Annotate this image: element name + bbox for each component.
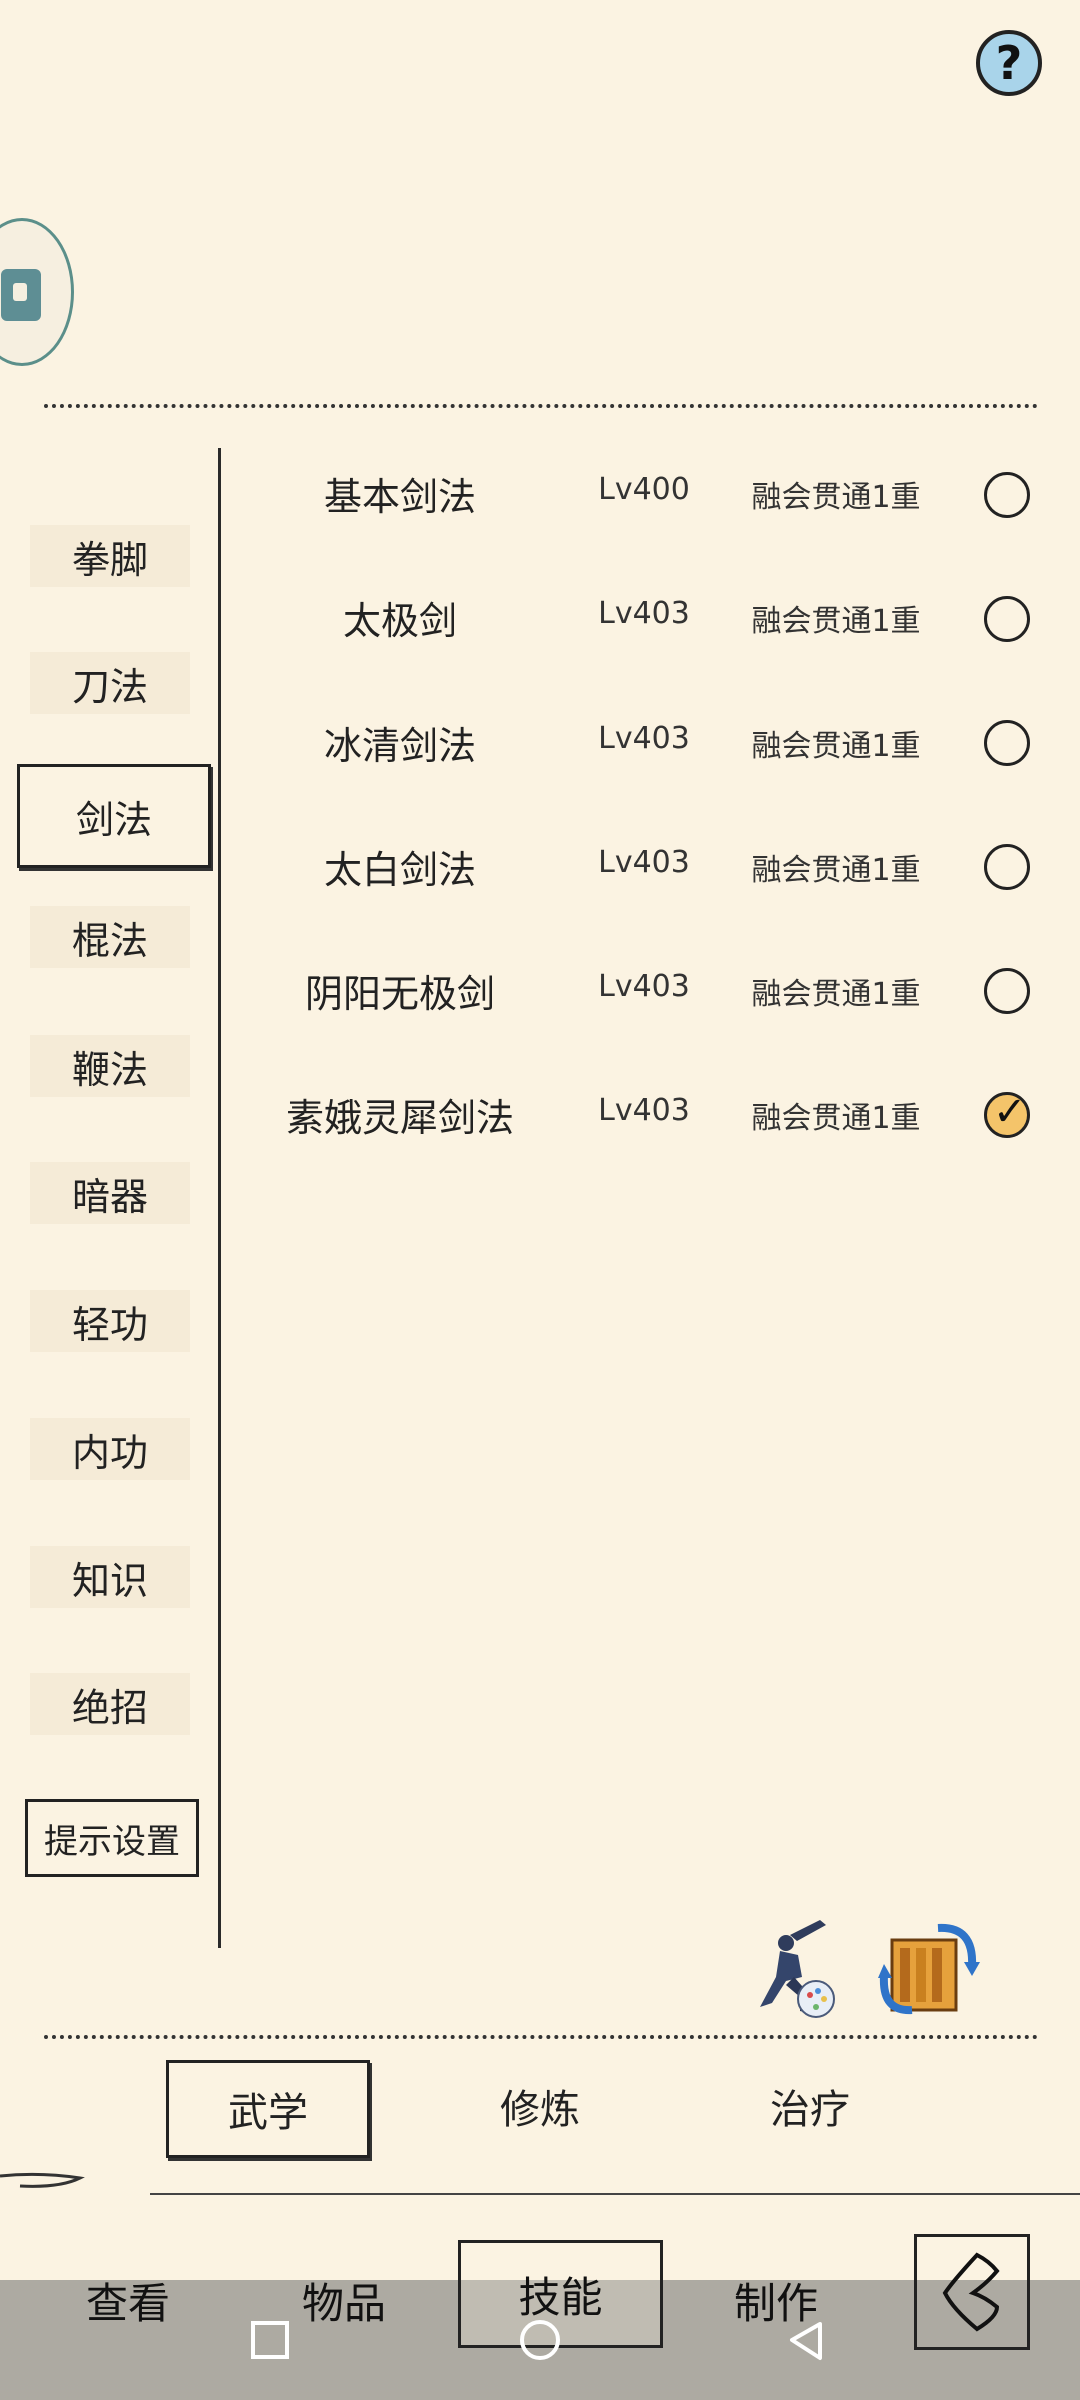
martial-artist-icon[interactable] [742, 1915, 842, 2025]
skill-name: 阴阳无极剑 [304, 972, 495, 1016]
home-icon[interactable] [518, 2320, 562, 2364]
skill-name: 太白剑法 [323, 848, 476, 892]
nav-tab-craft[interactable]: 制作 [676, 2252, 876, 2348]
skill-level: Lv403 [598, 845, 690, 880]
category-juezhao[interactable]: 绝招 [30, 1673, 190, 1735]
skill-level: Lv403 [598, 721, 690, 756]
brush-divider [0, 2172, 1080, 2195]
category-anqi[interactable]: 暗器 [30, 1162, 190, 1224]
skill-status: 融会贯通1重 [751, 604, 921, 639]
skill-radio[interactable] [984, 968, 1030, 1014]
avatar[interactable] [0, 218, 74, 366]
skill-name: 素娥灵犀剑法 [285, 1096, 514, 1140]
skill-name: 基本剑法 [323, 475, 476, 519]
skill-radio[interactable] [984, 472, 1030, 518]
avatar-logo-icon [1, 269, 41, 321]
category-jianfa[interactable]: 剑法 [17, 764, 211, 868]
skill-status: 融会贯通1重 [751, 853, 921, 888]
category-neigong[interactable]: 内功 [30, 1418, 190, 1480]
tab-wuxue[interactable]: 武学 [166, 2060, 370, 2158]
skill-level: Lv403 [598, 969, 690, 1004]
nav-tab-view[interactable]: 查看 [28, 2252, 228, 2348]
back-nav-icon[interactable] [786, 2320, 826, 2364]
book-swap-icon[interactable] [878, 1918, 984, 2018]
top-divider [44, 404, 1038, 408]
skill-name: 太极剑 [342, 599, 457, 643]
recents-icon[interactable] [250, 2320, 290, 2360]
skill-status: 融会贯通1重 [751, 480, 921, 515]
sidebar-divider [218, 448, 221, 1948]
category-qinggong[interactable]: 轻功 [30, 1290, 190, 1352]
tab-xiulian[interactable]: 修炼 [440, 2060, 640, 2152]
skill-level: Lv403 [598, 596, 690, 631]
skill-radio[interactable] [984, 596, 1030, 642]
category-gunfa[interactable]: 棍法 [30, 906, 190, 968]
skill-radio[interactable] [984, 720, 1030, 766]
back-arrow-icon [942, 2252, 1000, 2332]
skill-status: 融会贯通1重 [751, 729, 921, 764]
skill-name: 冰清剑法 [323, 724, 476, 768]
skill-radio[interactable] [984, 844, 1030, 890]
skill-status: 融会贯通1重 [751, 977, 921, 1012]
skill-radio-checked[interactable]: ✓ [984, 1089, 1030, 1138]
category-quanjiao[interactable]: 拳脚 [30, 525, 190, 587]
skill-level: Lv400 [598, 472, 690, 507]
category-daofa[interactable]: 刀法 [30, 652, 190, 714]
back-button[interactable] [914, 2234, 1030, 2350]
skill-level: Lv403 [598, 1093, 690, 1128]
category-zhishi[interactable]: 知识 [30, 1546, 190, 1608]
category-bianfa[interactable]: 鞭法 [30, 1035, 190, 1097]
checkmark-icon: ✓ [993, 1089, 1027, 1135]
help-button[interactable]: ? [976, 30, 1042, 96]
bottom-divider [44, 2035, 1038, 2039]
tips-settings-button[interactable]: 提示设置 [25, 1799, 199, 1877]
tab-zhiliao[interactable]: 治疗 [710, 2060, 910, 2152]
skill-status: 融会贯通1重 [751, 1101, 921, 1136]
